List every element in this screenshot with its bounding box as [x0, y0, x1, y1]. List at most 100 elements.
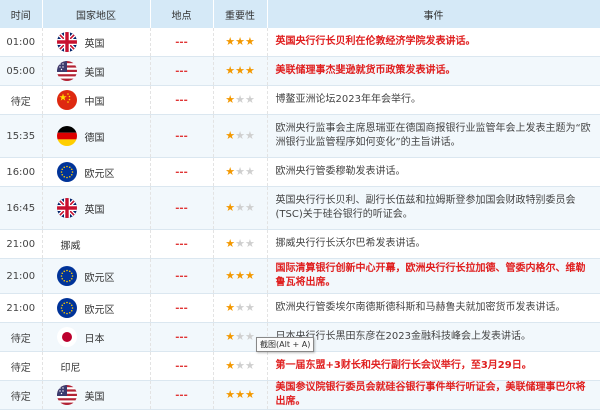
table-row: 16:00 欧元区 --- ★★★ 欧洲央行管委穆勒发表讲话。	[0, 157, 600, 187]
row-time: 21:00	[0, 229, 43, 259]
row-time: 05:00	[0, 56, 43, 86]
row-place: ---	[150, 229, 214, 259]
event-text: 国际清算银行创新中心开幕，欧洲央行行长拉加德、管委内格尔、维勒鲁瓦将出席。	[275, 263, 586, 288]
row-country: 挪威	[42, 229, 151, 259]
row-place: ---	[150, 85, 214, 115]
row-place: ---	[150, 56, 214, 86]
star-filled-icon: ★	[244, 35, 255, 48]
table-row: 01:00 英国 --- ★★★ 英国央行行长贝利在伦敦经济学院发表讲话。	[0, 28, 600, 57]
row-importance: ★★★	[213, 380, 268, 410]
row-event: 国际清算银行创新中心开幕，欧洲央行行长拉加德、管委内格尔、维勒鲁瓦将出席。	[267, 258, 600, 294]
table-row: 05:00 美国 --- ★★★ 美联储理事杰斐逊就货币政策发表讲话。	[0, 56, 600, 86]
star-filled-icon: ★	[225, 129, 236, 142]
row-place: ---	[150, 157, 214, 187]
row-importance: ★★★	[213, 229, 268, 259]
row-event: 日本央行行长黑田东彦在2023金融科技峰会上发表讲话。	[267, 322, 600, 352]
jp-flag-icon	[56, 327, 77, 347]
row-importance: ★★★	[213, 258, 268, 294]
screenshot-tooltip: 截图(Alt + A)	[256, 337, 315, 352]
star-filled-icon: ★	[225, 64, 236, 77]
row-country: 印尼	[42, 351, 151, 381]
row-time: 21:00	[0, 258, 43, 294]
row-time: 待定	[0, 351, 43, 381]
row-event: 欧洲央行管委埃尔南德斯德科斯和马赫鲁夫就加密货币发表讲话。	[267, 293, 600, 323]
star-empty-icon: ★	[235, 301, 245, 314]
row-time: 待定	[0, 85, 43, 115]
row-time: 15:35	[0, 114, 43, 158]
row-event: 博鳌亚洲论坛2023年年会举行。	[267, 85, 600, 115]
event-text: 欧洲央行管委穆勒发表讲话。	[275, 166, 406, 177]
row-importance: ★★★	[213, 293, 268, 323]
star-filled-icon: ★	[225, 269, 236, 282]
row-time: 待定	[0, 322, 43, 352]
star-empty-icon: ★	[244, 237, 255, 250]
star-filled-icon: ★	[225, 237, 236, 250]
header-importance: 重要性	[213, 0, 268, 28]
row-country: 英国	[42, 186, 151, 230]
country-name: 欧元区	[84, 272, 115, 284]
table-row: 21:00 挪威 --- ★★★ 挪威央行行长沃尔巴希发表讲话。	[0, 229, 600, 259]
de-flag-icon	[56, 126, 77, 146]
country-name: 日本	[84, 333, 105, 345]
row-time: 16:45	[0, 186, 43, 230]
event-text: 英国央行行长贝利在伦敦经济学院发表讲话。	[275, 36, 476, 47]
row-place: ---	[150, 293, 214, 323]
us-flag-icon	[56, 385, 77, 405]
country-name: 中国	[84, 96, 105, 108]
uk-flag-icon	[56, 198, 77, 218]
row-event: 美国参议院银行委员会就硅谷银行事件举行听证会，美联储理事巴尔将出席。	[267, 380, 600, 410]
event-text: 美联储理事杰斐逊就货币政策发表讲话。	[275, 65, 456, 76]
country-name: 欧元区	[84, 304, 115, 316]
row-importance: ★★★	[213, 56, 268, 86]
row-event: 第一届东盟+3财长和央行副行长会议举行，至3月29日。	[267, 351, 600, 381]
row-country: 日本	[42, 322, 151, 352]
row-country: 欧元区	[42, 258, 151, 294]
star-empty-icon: ★	[235, 93, 245, 106]
star-empty-icon: ★	[244, 301, 255, 314]
row-event: 挪威央行行长沃尔巴希发表讲话。	[267, 229, 600, 259]
star-filled-icon: ★	[235, 35, 245, 48]
row-country: 德国	[42, 114, 151, 158]
country-name: 美国	[84, 391, 105, 403]
eu-flag-icon	[56, 162, 77, 182]
row-event: 欧洲央行管委穆勒发表讲话。	[267, 157, 600, 187]
row-time: 01:00	[0, 28, 43, 57]
header-country: 国家地区	[42, 0, 151, 28]
star-empty-icon: ★	[244, 201, 255, 214]
row-country: 美国	[42, 380, 151, 410]
event-text: 挪威央行行长沃尔巴希发表讲话。	[275, 238, 426, 249]
star-filled-icon: ★	[235, 388, 245, 401]
row-time: 21:00	[0, 293, 43, 323]
header-time: 时间	[0, 0, 43, 28]
table-row: 待定 中国 --- ★★★ 博鳌亚洲论坛2023年年会举行。	[0, 85, 600, 115]
row-place: ---	[150, 114, 214, 158]
star-filled-icon: ★	[225, 93, 236, 106]
row-event: 欧洲央行监事会主席恩瑞亚在德国商报银行业监管年会上发表主题为“欧洲银行业监管程序…	[267, 114, 600, 158]
row-place: ---	[150, 186, 214, 230]
row-country: 欧元区	[42, 293, 151, 323]
row-country: 美国	[42, 56, 151, 86]
star-empty-icon: ★	[244, 359, 255, 372]
row-time: 待定	[0, 380, 43, 410]
star-filled-icon: ★	[225, 330, 236, 343]
cn-flag-icon	[56, 90, 77, 110]
uk-flag-icon	[56, 32, 77, 52]
event-text: 欧洲央行管委埃尔南德斯德科斯和马赫鲁夫就加密货币发表讲话。	[275, 302, 566, 313]
star-filled-icon: ★	[225, 359, 236, 372]
row-importance: ★★★	[213, 114, 268, 158]
eu-flag-icon	[56, 298, 77, 318]
star-filled-icon: ★	[244, 388, 255, 401]
row-importance: ★★★	[213, 186, 268, 230]
star-filled-icon: ★	[244, 269, 255, 282]
table-header: 时间 国家地区 地点 重要性 事件	[0, 0, 600, 28]
row-country: 英国	[42, 28, 151, 57]
star-filled-icon: ★	[235, 269, 245, 282]
star-empty-icon: ★	[244, 165, 255, 178]
table-row: 21:00 欧元区 --- ★★★ 欧洲央行管委埃尔南德斯德科斯和马赫鲁夫就加密货币发表…	[0, 293, 600, 323]
us-flag-icon	[56, 61, 77, 81]
event-text: 博鳌亚洲论坛2023年年会举行。	[275, 94, 421, 105]
table-row: 21:00 欧元区 --- ★★★ 国际清算银行创新中心开幕，欧洲央行行长拉加德、管委内…	[0, 258, 600, 294]
row-place: ---	[150, 322, 214, 352]
row-importance: ★★★	[213, 157, 268, 187]
row-country: 中国	[42, 85, 151, 115]
